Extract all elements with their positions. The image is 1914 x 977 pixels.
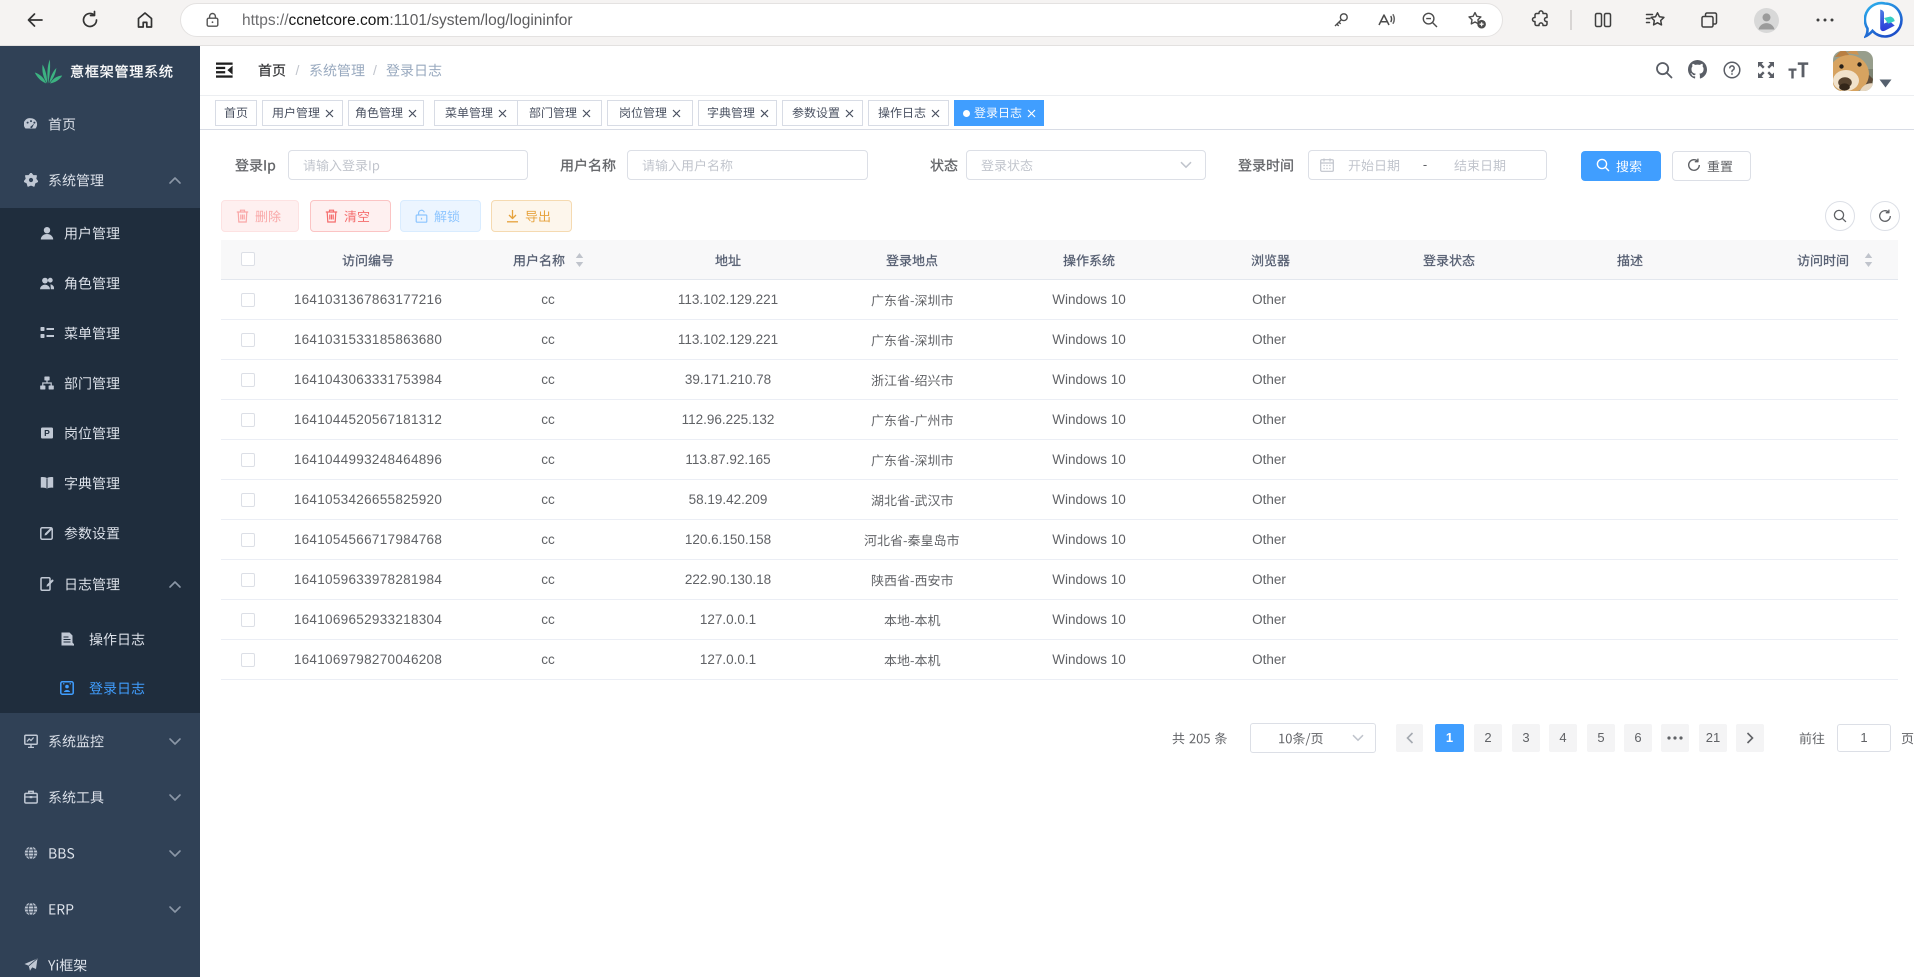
svg-text:P: P — [44, 428, 50, 438]
